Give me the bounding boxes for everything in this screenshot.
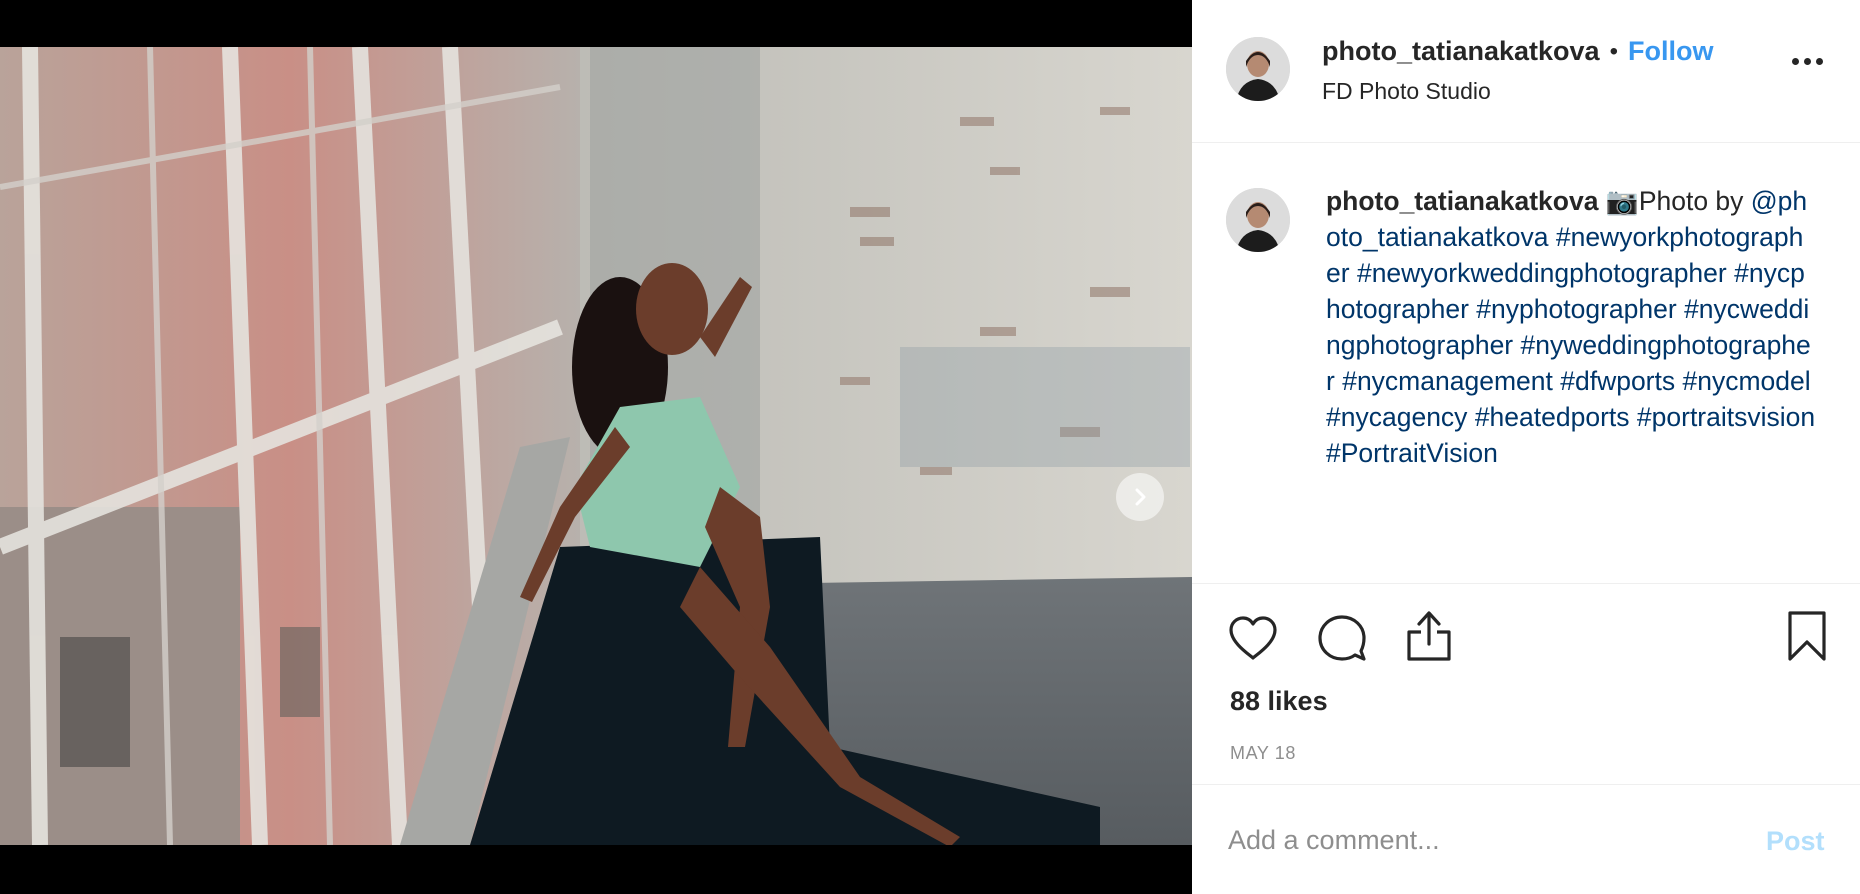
post-header: photo_tatianakatkova • Follow FD Photo S… — [1192, 0, 1860, 143]
more-options-button[interactable] — [1792, 58, 1823, 65]
chevron-right-icon — [1135, 488, 1146, 506]
post-comment-button[interactable]: Post — [1766, 826, 1825, 857]
post-date: MAY 18 — [1230, 743, 1296, 763]
comment-input[interactable] — [1228, 820, 1748, 860]
follow-button[interactable]: Follow — [1628, 36, 1713, 67]
save-button[interactable] — [1786, 610, 1828, 667]
share-button[interactable] — [1405, 610, 1453, 667]
hashtag-link[interactable]: #heatedports — [1475, 402, 1630, 432]
avatar[interactable] — [1226, 188, 1290, 252]
post-sidebar: photo_tatianakatkova • Follow FD Photo S… — [1192, 0, 1860, 894]
more-horizontal-icon — [1792, 58, 1799, 65]
header-title-row: photo_tatianakatkova • Follow — [1322, 36, 1713, 67]
likes-count[interactable]: 88 likes — [1230, 686, 1328, 717]
hashtag-link[interactable]: #nyphotographer — [1476, 294, 1676, 324]
post-photo[interactable] — [0, 47, 1192, 845]
hashtag-list: #newyorkphotographer #newyorkweddingphot… — [1326, 222, 1815, 468]
heart-icon — [1229, 616, 1277, 660]
carousel-next-button[interactable] — [1116, 473, 1164, 521]
hashtag-link[interactable]: #portraitsvision — [1637, 402, 1815, 432]
comment-form: Post — [1192, 786, 1860, 894]
caption-body: Photo by — [1638, 186, 1751, 216]
separator-dot: • — [1609, 37, 1618, 65]
comment-button[interactable] — [1318, 614, 1366, 667]
username-link[interactable]: photo_tatianakatkova — [1322, 36, 1600, 67]
more-dot — [1804, 58, 1811, 65]
bookmark-icon — [1788, 611, 1826, 661]
avatar[interactable] — [1226, 37, 1290, 101]
caption-text: photo_tatianakatkova 📷Photo by @photo_ta… — [1326, 183, 1816, 471]
hashtag-link[interactable]: #PortraitVision — [1326, 438, 1498, 468]
avatar-image — [1226, 188, 1290, 252]
hashtag-link[interactable]: #dfwports — [1560, 366, 1675, 396]
avatar-image — [1226, 37, 1290, 101]
photo-illustration — [0, 47, 1192, 845]
hashtag-link[interactable]: #newyorkweddingphotographer — [1357, 258, 1727, 288]
hashtag-link[interactable]: #nycmodel — [1683, 366, 1811, 396]
hashtag-link[interactable]: #nycmanagement — [1342, 366, 1553, 396]
comment-icon — [1318, 615, 1366, 661]
caption-username[interactable]: photo_tatianakatkova — [1326, 186, 1598, 216]
hashtag-link[interactable]: #nycagency — [1326, 402, 1467, 432]
action-bar: 88 likes MAY 18 — [1192, 584, 1860, 785]
like-button[interactable] — [1228, 615, 1278, 666]
instagram-post-modal: photo_tatianakatkova • Follow FD Photo S… — [0, 0, 1860, 894]
media-viewer — [0, 0, 1192, 894]
caption-section: photo_tatianakatkova 📷Photo by @photo_ta… — [1192, 143, 1860, 584]
camera-emoji: 📷 — [1605, 186, 1639, 216]
location-link[interactable]: FD Photo Studio — [1322, 78, 1491, 105]
share-icon — [1407, 611, 1451, 661]
more-dot — [1816, 58, 1823, 65]
